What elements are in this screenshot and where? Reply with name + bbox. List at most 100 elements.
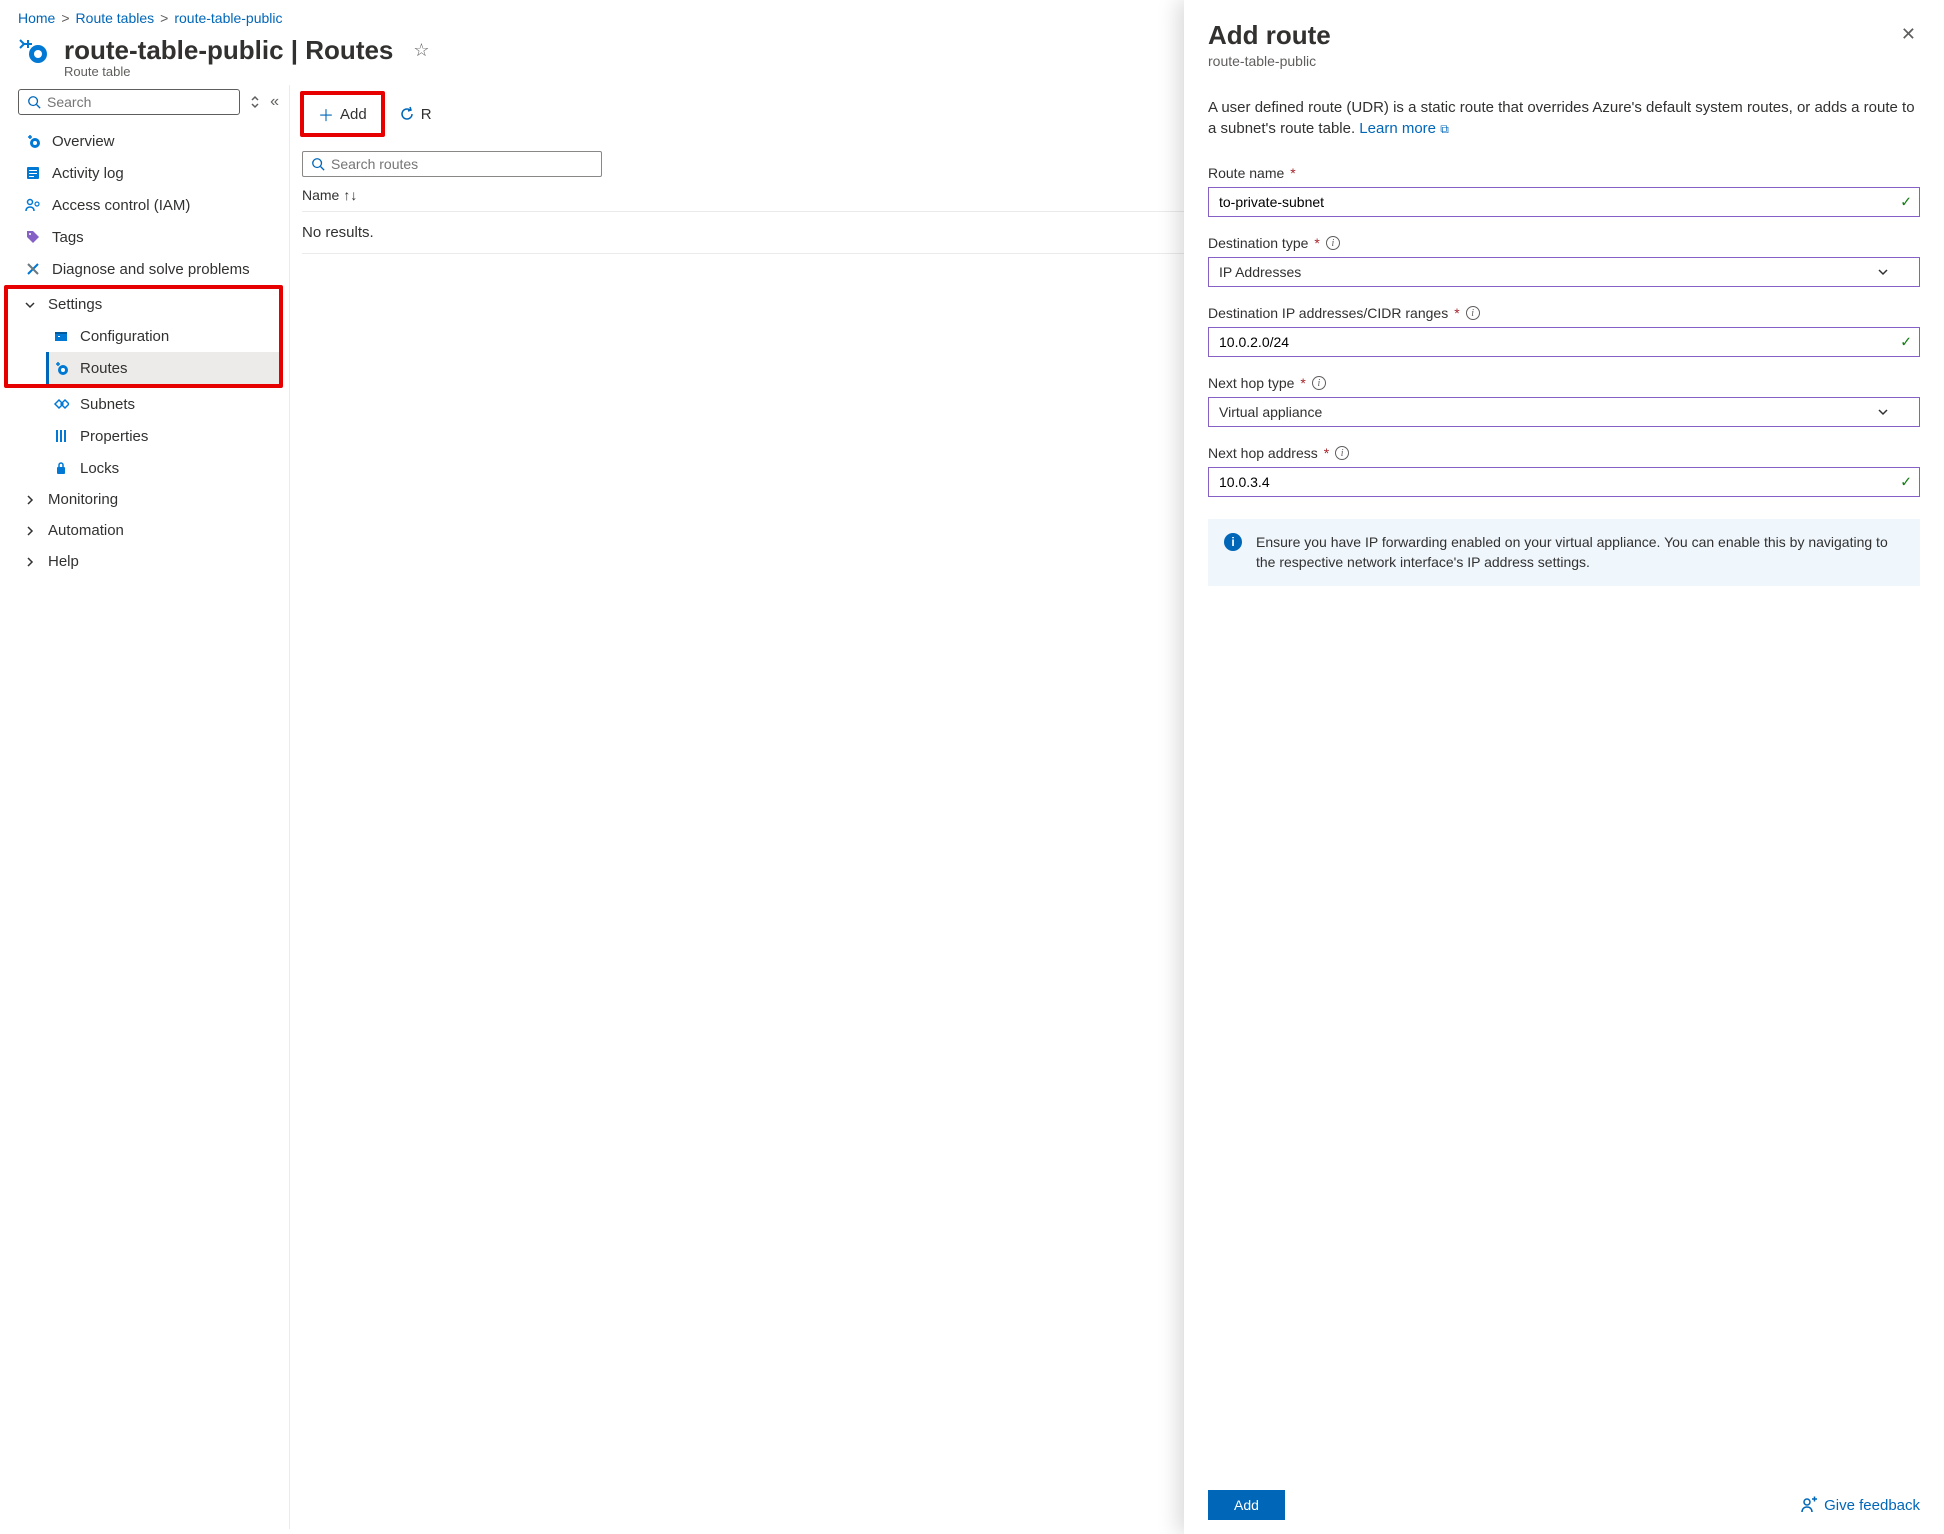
sidebar-item-configuration[interactable]: Configuration: [46, 320, 279, 352]
chevron-down-icon: [1877, 406, 1889, 418]
sidebar-item-label: Properties: [80, 428, 148, 445]
destination-ip-input[interactable]: [1208, 327, 1920, 357]
properties-icon: [52, 427, 70, 445]
field-next-hop-type: Next hop type * i Virtual appliance: [1208, 375, 1920, 427]
page-title: route-table-public | Routes: [64, 35, 393, 66]
destination-type-select[interactable]: IP Addresses: [1208, 257, 1920, 287]
refresh-icon: [399, 106, 415, 122]
give-feedback-link[interactable]: Give feedback: [1800, 1496, 1920, 1514]
column-header-name[interactable]: Name ↑↓: [302, 187, 357, 203]
chevron-down-icon: [24, 299, 38, 311]
search-icon: [27, 95, 41, 109]
info-icon[interactable]: i: [1326, 236, 1340, 250]
learn-more-link[interactable]: Learn more ⧉: [1359, 120, 1448, 137]
chevron-right-icon: [24, 494, 38, 506]
tags-icon: [24, 228, 42, 246]
next-hop-type-select[interactable]: Virtual appliance: [1208, 397, 1920, 427]
sidebar-item-label: Activity log: [52, 165, 124, 182]
panel-description-text: A user defined route (UDR) is a static r…: [1208, 99, 1915, 137]
sidebar-item-label: Tags: [52, 229, 84, 246]
sidebar: « Overview Activity log Access control (…: [0, 85, 290, 1529]
sidebar-item-iam[interactable]: Access control (IAM): [18, 189, 279, 221]
breadcrumb-home[interactable]: Home: [18, 10, 55, 26]
search-icon: [311, 157, 325, 171]
info-icon[interactable]: i: [1312, 376, 1326, 390]
info-icon[interactable]: i: [1335, 446, 1349, 460]
field-destination-type: Destination type * i IP Addresses: [1208, 235, 1920, 287]
sidebar-item-tags[interactable]: Tags: [18, 221, 279, 253]
sidebar-section-label: Automation: [48, 522, 124, 539]
sidebar-item-label: Locks: [80, 460, 119, 477]
activity-log-icon: [24, 164, 42, 182]
refresh-button[interactable]: R: [389, 101, 442, 128]
iam-icon: [24, 196, 42, 214]
field-label: Next hop address * i: [1208, 445, 1920, 461]
panel-subtitle: route-table-public: [1208, 53, 1331, 69]
locks-icon: [52, 459, 70, 477]
panel-description: A user defined route (UDR) is a static r…: [1208, 97, 1920, 139]
info-box-text: Ensure you have IP forwarding enabled on…: [1256, 533, 1904, 572]
sidebar-section-monitoring[interactable]: Monitoring: [18, 484, 279, 515]
sidebar-item-activity-log[interactable]: Activity log: [18, 157, 279, 189]
field-label: Destination type * i: [1208, 235, 1920, 251]
sidebar-item-properties[interactable]: Properties: [46, 420, 279, 452]
select-value: IP Addresses: [1219, 264, 1301, 280]
sidebar-item-label: Subnets: [80, 396, 135, 413]
select-value: Virtual appliance: [1219, 404, 1322, 420]
sidebar-section-label: Help: [48, 553, 79, 570]
info-icon: i: [1224, 533, 1242, 551]
overview-icon: [24, 132, 42, 150]
sidebar-item-locks[interactable]: Locks: [46, 452, 279, 484]
routes-search[interactable]: [302, 151, 602, 177]
chevron-right-icon: >: [160, 10, 168, 26]
field-next-hop-address: Next hop address * i ✓: [1208, 445, 1920, 497]
add-button-label: Add: [340, 106, 367, 123]
chevron-right-icon: >: [61, 10, 69, 26]
collapse-panel-icon[interactable]: «: [270, 93, 279, 111]
favorite-star-icon[interactable]: ☆: [413, 40, 429, 61]
sidebar-item-routes[interactable]: Routes: [46, 352, 279, 384]
sidebar-section-settings[interactable]: Settings: [18, 289, 279, 320]
subnets-icon: [52, 395, 70, 413]
expand-collapse-icon[interactable]: [250, 95, 260, 109]
sidebar-item-label: Diagnose and solve problems: [52, 261, 250, 278]
field-label: Route name *: [1208, 165, 1920, 181]
breadcrumb-current[interactable]: route-table-public: [174, 10, 282, 26]
field-label: Destination IP addresses/CIDR ranges * i: [1208, 305, 1920, 321]
sidebar-item-subnets[interactable]: Subnets: [46, 388, 279, 420]
refresh-button-label: R: [421, 106, 432, 123]
checkmark-icon: ✓: [1900, 474, 1912, 491]
diagnose-icon: [24, 260, 42, 278]
route-name-input[interactable]: [1208, 187, 1920, 217]
column-header-label: Name: [302, 187, 339, 203]
breadcrumb-route-tables[interactable]: Route tables: [76, 10, 155, 26]
add-submit-button[interactable]: Add: [1208, 1490, 1285, 1520]
info-icon[interactable]: i: [1466, 306, 1480, 320]
checkmark-icon: ✓: [1900, 334, 1912, 351]
add-button[interactable]: ＋ Add: [308, 97, 377, 131]
add-route-panel: Add route route-table-public ✕ A user de…: [1184, 0, 1944, 1534]
routes-search-input[interactable]: [331, 156, 512, 172]
sidebar-search[interactable]: [18, 89, 240, 115]
plus-icon: ＋: [318, 102, 334, 126]
highlight-box-add: ＋ Add: [300, 91, 385, 137]
sidebar-section-automation[interactable]: Automation: [18, 515, 279, 546]
routes-icon: [52, 359, 70, 377]
configuration-icon: [52, 327, 70, 345]
sidebar-item-diagnose[interactable]: Diagnose and solve problems: [18, 253, 279, 285]
field-label: Next hop type * i: [1208, 375, 1920, 391]
sidebar-item-label: Access control (IAM): [52, 197, 190, 214]
external-link-icon: ⧉: [1440, 122, 1449, 136]
sidebar-section-label: Monitoring: [48, 491, 118, 508]
field-destination-ip: Destination IP addresses/CIDR ranges * i…: [1208, 305, 1920, 357]
sidebar-item-label: Routes: [80, 360, 128, 377]
close-icon[interactable]: ✕: [1897, 20, 1920, 49]
panel-title: Add route: [1208, 20, 1331, 51]
sidebar-section-help[interactable]: Help: [18, 546, 279, 577]
chevron-down-icon: [1877, 266, 1889, 278]
next-hop-address-input[interactable]: [1208, 467, 1920, 497]
feedback-label: Give feedback: [1824, 1497, 1920, 1514]
sidebar-search-input[interactable]: [47, 94, 231, 110]
sidebar-item-label: Configuration: [80, 328, 169, 345]
sidebar-item-overview[interactable]: Overview: [18, 125, 279, 157]
